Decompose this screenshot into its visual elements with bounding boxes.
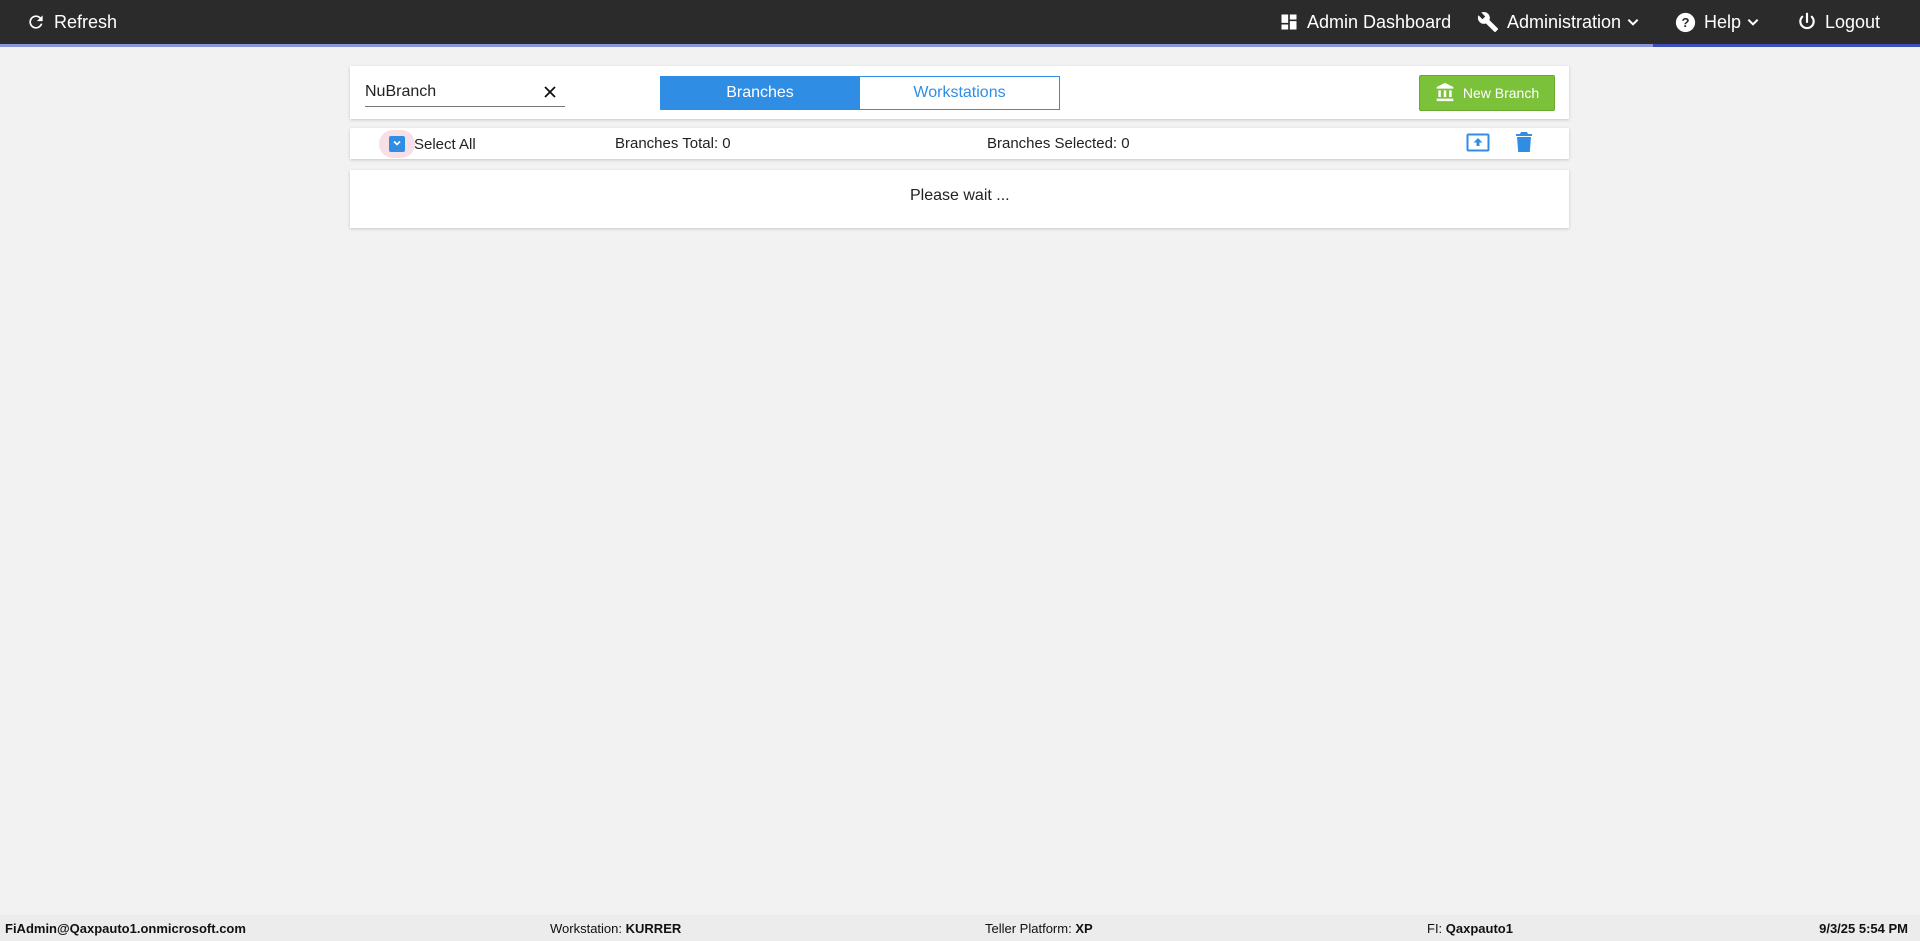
administration-label: Administration	[1507, 11, 1622, 32]
search-input[interactable]	[365, 80, 535, 104]
power-icon	[1797, 12, 1817, 32]
topbar-underline	[0, 44, 1920, 47]
status-footer: FiAdmin@Qaxpauto1.onmicrosoft.com Workst…	[0, 915, 1920, 941]
select-all-checkbox[interactable]	[389, 136, 405, 152]
tab-workstations[interactable]: Workstations	[859, 76, 1060, 110]
active-indicator	[1653, 44, 1920, 47]
tab-workstations-label: Workstations	[913, 84, 1006, 101]
administration-menu[interactable]: Administration	[1477, 0, 1640, 44]
footer-datetime: 9/3/25 5:54 PM	[1819, 921, 1908, 936]
chevron-down-icon	[1746, 15, 1760, 29]
admin-dashboard-link[interactable]: Admin Dashboard	[1279, 0, 1451, 44]
logout-button[interactable]: Logout	[1797, 0, 1880, 44]
select-all-label[interactable]: Select All	[414, 136, 476, 153]
trash-icon[interactable]	[1516, 132, 1532, 157]
chevron-down-icon	[1626, 15, 1640, 29]
branches-total: Branches Total: 0	[615, 135, 731, 152]
dashboard-icon	[1279, 12, 1299, 32]
footer-user: FiAdmin@Qaxpauto1.onmicrosoft.com	[5, 921, 246, 936]
selection-toolbar	[350, 128, 1569, 159]
help-menu[interactable]: ? Help	[1675, 0, 1760, 44]
footer-teller-platform: Teller Platform: XP	[985, 921, 1093, 936]
bank-icon	[1435, 82, 1455, 105]
footer-workstation: Workstation: KURRER	[550, 921, 682, 936]
svg-text:?: ?	[1681, 14, 1689, 29]
wrench-icon	[1477, 11, 1499, 33]
refresh-button[interactable]: Refresh	[26, 0, 117, 44]
new-branch-button[interactable]: New Branch	[1419, 75, 1555, 111]
top-navigation-bar: Refresh Admin Dashboard Administration ?…	[0, 0, 1920, 44]
logout-label: Logout	[1825, 11, 1881, 32]
refresh-icon	[26, 12, 46, 32]
new-branch-label: New Branch	[1462, 85, 1540, 101]
footer-fi: FI: Qaxpauto1	[1427, 921, 1513, 936]
branches-selected: Branches Selected: 0	[987, 135, 1130, 152]
tab-branches-label: Branches	[726, 84, 794, 101]
admin-dashboard-label: Admin Dashboard	[1307, 11, 1452, 32]
status-message: Please wait ...	[910, 187, 1010, 204]
upload-icon[interactable]	[1466, 133, 1490, 158]
checkbox-chevron-icon	[392, 135, 402, 153]
help-icon: ?	[1675, 12, 1696, 33]
search-field	[365, 80, 565, 107]
tab-branches[interactable]: Branches	[660, 76, 860, 110]
refresh-label: Refresh	[54, 11, 118, 32]
close-icon[interactable]	[543, 85, 559, 101]
help-label: Help	[1704, 11, 1742, 32]
